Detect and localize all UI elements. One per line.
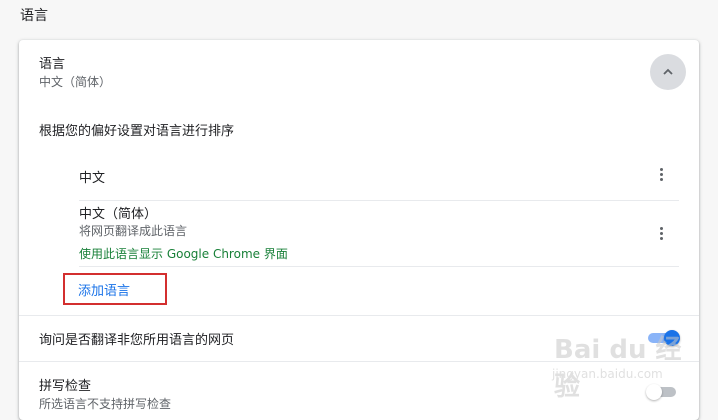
language-subtitle: 将网页翻译成此语言 — [79, 224, 188, 238]
divider — [19, 315, 699, 316]
more-vert-icon[interactable] — [653, 162, 669, 186]
language-list-item: 中文（简体） 将网页翻译成此语言 使用此语言显示 Google Chrome 界… — [79, 201, 679, 267]
translate-toggle[interactable] — [648, 330, 680, 346]
add-language-button[interactable]: 添加语言 — [78, 280, 130, 299]
order-description: 根据您的偏好设置对语言进行排序 — [39, 124, 235, 139]
spellcheck-toggle[interactable] — [646, 384, 678, 400]
section-title: 语言 — [20, 8, 48, 24]
more-vert-icon[interactable] — [653, 221, 669, 245]
language-ui-note: 使用此语言显示 Google Chrome 界面 — [79, 247, 288, 261]
spellcheck-subtitle: 所选语言不支持拼写检查 — [39, 397, 172, 411]
language-list-item: 中文 — [79, 148, 679, 201]
language-name: 中文 — [79, 171, 106, 186]
language-label: 语言 — [39, 57, 66, 72]
divider — [19, 361, 699, 362]
language-current-value: 中文（简体） — [39, 75, 112, 89]
chevron-up-icon — [663, 68, 673, 75]
spellcheck-label: 拼写检查 — [39, 379, 92, 394]
language-name: 中文（简体） — [79, 207, 158, 222]
translate-label: 询问是否翻译非您所用语言的网页 — [39, 333, 235, 348]
collapse-button[interactable] — [650, 54, 686, 90]
language-card: 语言 中文（简体） 根据您的偏好设置对语言进行排序 中文 中文（简体） 将网页翻… — [19, 40, 699, 420]
